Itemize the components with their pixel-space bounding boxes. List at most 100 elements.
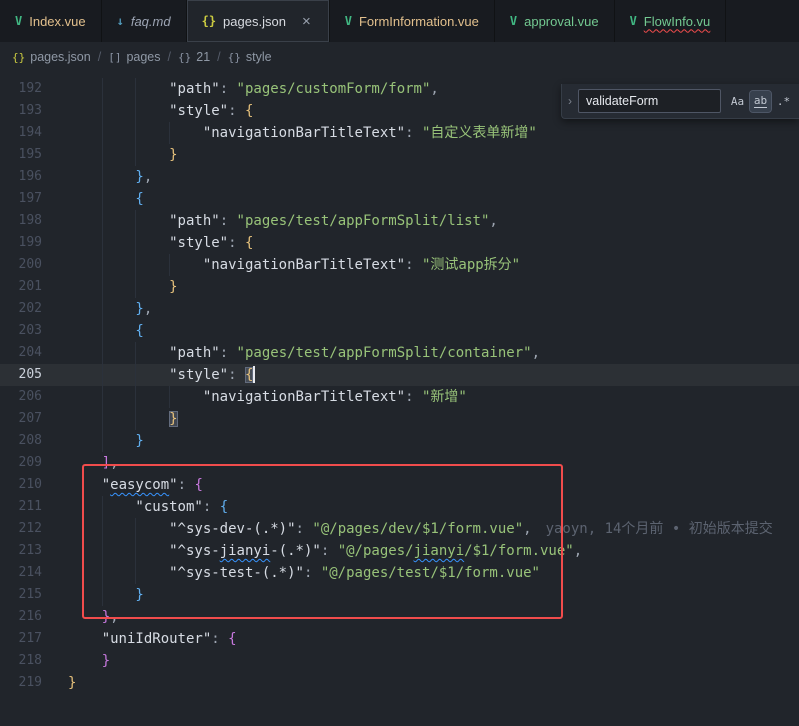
code-line[interactable]: 212"^sys-dev-(.*)": "@/pages/dev/$1/form… <box>0 518 799 540</box>
code-line[interactable]: 196}, <box>0 166 799 188</box>
line-number[interactable]: 211 <box>0 496 42 518</box>
line-number[interactable]: 192 <box>0 78 42 100</box>
code-line[interactable]: 208} <box>0 430 799 452</box>
text-cursor <box>253 366 255 383</box>
breadcrumb-item-style[interactable]: {}style <box>228 50 272 64</box>
tab-label: pages.json <box>223 14 286 29</box>
line-number[interactable]: 193 <box>0 100 42 122</box>
code-line[interactable]: 204"path": "pages/test/appFormSplit/cont… <box>0 342 799 364</box>
json-icon: {} <box>202 14 216 28</box>
code-line[interactable]: 205"style": { <box>0 364 799 386</box>
match-case-button[interactable]: Aa <box>727 91 748 112</box>
code-line[interactable]: 203{ <box>0 320 799 342</box>
tab-pages-json[interactable]: {} pages.json × <box>187 0 330 42</box>
line-number[interactable]: 206 <box>0 386 42 408</box>
line-number[interactable]: 198 <box>0 210 42 232</box>
line-number[interactable]: 213 <box>0 540 42 562</box>
line-number[interactable]: 210 <box>0 474 42 496</box>
code-line[interactable]: 210"easycom": { <box>0 474 799 496</box>
line-number[interactable]: 201 <box>0 276 42 298</box>
line-number[interactable]: 194 <box>0 122 42 144</box>
code-line[interactable]: 195} <box>0 144 799 166</box>
code-line[interactable]: 199"style": { <box>0 232 799 254</box>
editor[interactable]: 192"path": "pages/customForm/form",193"s… <box>0 72 799 726</box>
breadcrumb: {} pages.json / [] pages / {} 21 / {}style <box>0 42 799 72</box>
tab-faq-md[interactable]: ↓ faq.md <box>102 0 187 42</box>
close-tab-button[interactable]: × <box>299 13 314 30</box>
line-number[interactable]: 207 <box>0 408 42 430</box>
line-number[interactable]: 200 <box>0 254 42 276</box>
vue-icon: V <box>15 14 22 28</box>
line-number[interactable]: 203 <box>0 320 42 342</box>
code-line[interactable]: 216}, <box>0 606 799 628</box>
line-number[interactable]: 205 <box>0 364 42 386</box>
line-number[interactable]: 208 <box>0 430 42 452</box>
line-number[interactable]: 204 <box>0 342 42 364</box>
code-line[interactable]: 197{ <box>0 188 799 210</box>
line-number[interactable]: 212 <box>0 518 42 540</box>
breadcrumb-item-pages.json[interactable]: {} pages.json <box>12 50 91 64</box>
code-line[interactable]: 194"navigationBarTitleText": "自定义表单新增" <box>0 122 799 144</box>
code-line[interactable]: 219} <box>0 672 799 694</box>
line-number[interactable]: 202 <box>0 298 42 320</box>
code-area: 192"path": "pages/customForm/form",193"s… <box>0 72 799 694</box>
breadcrumb-label: 21 <box>196 50 210 64</box>
line-number[interactable]: 217 <box>0 628 42 650</box>
whole-word-icon: ab <box>754 94 767 108</box>
line-number[interactable]: 196 <box>0 166 42 188</box>
breadcrumb-label: pages.json <box>30 50 90 64</box>
toggle-replace-button[interactable]: › <box>562 94 578 108</box>
breadcrumb-separator: / <box>98 50 101 64</box>
line-number[interactable]: 197 <box>0 188 42 210</box>
breadcrumb-item-21[interactable]: {} 21 <box>178 50 210 64</box>
regex-button[interactable]: .* <box>773 91 794 112</box>
breadcrumb-separator: / <box>168 50 171 64</box>
find-buttons: Aaab .* <box>721 91 799 112</box>
code-line[interactable]: 209], <box>0 452 799 474</box>
vue-icon: V <box>345 14 352 28</box>
code-line[interactable]: 198"path": "pages/test/appFormSplit/list… <box>0 210 799 232</box>
tab-flowinfo-vu[interactable]: V FlowInfo.vu <box>615 0 727 42</box>
tab-label: FlowInfo.vu <box>644 14 710 29</box>
tab-approval-vue[interactable]: Vapproval.vue <box>495 0 615 42</box>
code-line[interactable]: 213"^sys-jianyi-(.*)": "@/pages/jianyi/$… <box>0 540 799 562</box>
breadcrumb-label: pages <box>126 50 160 64</box>
code-line[interactable]: 200"navigationBarTitleText": "测试app拆分" <box>0 254 799 276</box>
line-number[interactable]: 219 <box>0 672 42 694</box>
code-line[interactable]: 218} <box>0 650 799 672</box>
tab-bar: V Index.vue ↓ faq.md {} pages.json × V FormInfor… <box>0 0 799 42</box>
line-number[interactable]: 218 <box>0 650 42 672</box>
brackets-icon: [] <box>108 51 121 64</box>
code-line[interactable]: 207} <box>0 408 799 430</box>
vscode-window: V Index.vue ↓ faq.md {} pages.json × V FormInfor… <box>0 0 799 726</box>
code-line[interactable]: 211"custom": { <box>0 496 799 518</box>
markdown-icon: ↓ <box>117 14 124 28</box>
braces-icon: {} <box>178 51 191 64</box>
line-number[interactable]: 199 <box>0 232 42 254</box>
tab-forminformation-vue[interactable]: V FormInformation.vue <box>330 0 495 42</box>
code-line[interactable]: 206"navigationBarTitleText": "新增" <box>0 386 799 408</box>
code-line[interactable]: 201} <box>0 276 799 298</box>
find-widget: › Aaab .* <box>561 84 799 119</box>
tab-label: faq.md <box>131 14 171 29</box>
code-line[interactable]: 202}, <box>0 298 799 320</box>
tab-label: Index.vue <box>29 14 85 29</box>
line-number[interactable]: 195 <box>0 144 42 166</box>
braces-icon: {} <box>228 51 241 64</box>
line-number[interactable]: 209 <box>0 452 42 474</box>
code-line[interactable]: 217"uniIdRouter": { <box>0 628 799 650</box>
braces-icon: {} <box>12 51 25 64</box>
line-number[interactable]: 214 <box>0 562 42 584</box>
vue-icon: V <box>630 14 637 28</box>
whole-word-button[interactable]: ab <box>750 91 771 112</box>
tab-label: approval.vue <box>524 14 598 29</box>
tab-label: FormInformation.vue <box>359 14 479 29</box>
find-input[interactable] <box>578 89 721 113</box>
code-line[interactable]: 215} <box>0 584 799 606</box>
line-number[interactable]: 216 <box>0 606 42 628</box>
breadcrumb-item-pages[interactable]: [] pages <box>108 50 160 64</box>
line-number[interactable]: 215 <box>0 584 42 606</box>
code-line[interactable]: 214"^sys-test-(.*)": "@/pages/test/$1/fo… <box>0 562 799 584</box>
breadcrumb-separator: / <box>217 50 220 64</box>
tab-index-vue[interactable]: V Index.vue <box>0 0 102 42</box>
